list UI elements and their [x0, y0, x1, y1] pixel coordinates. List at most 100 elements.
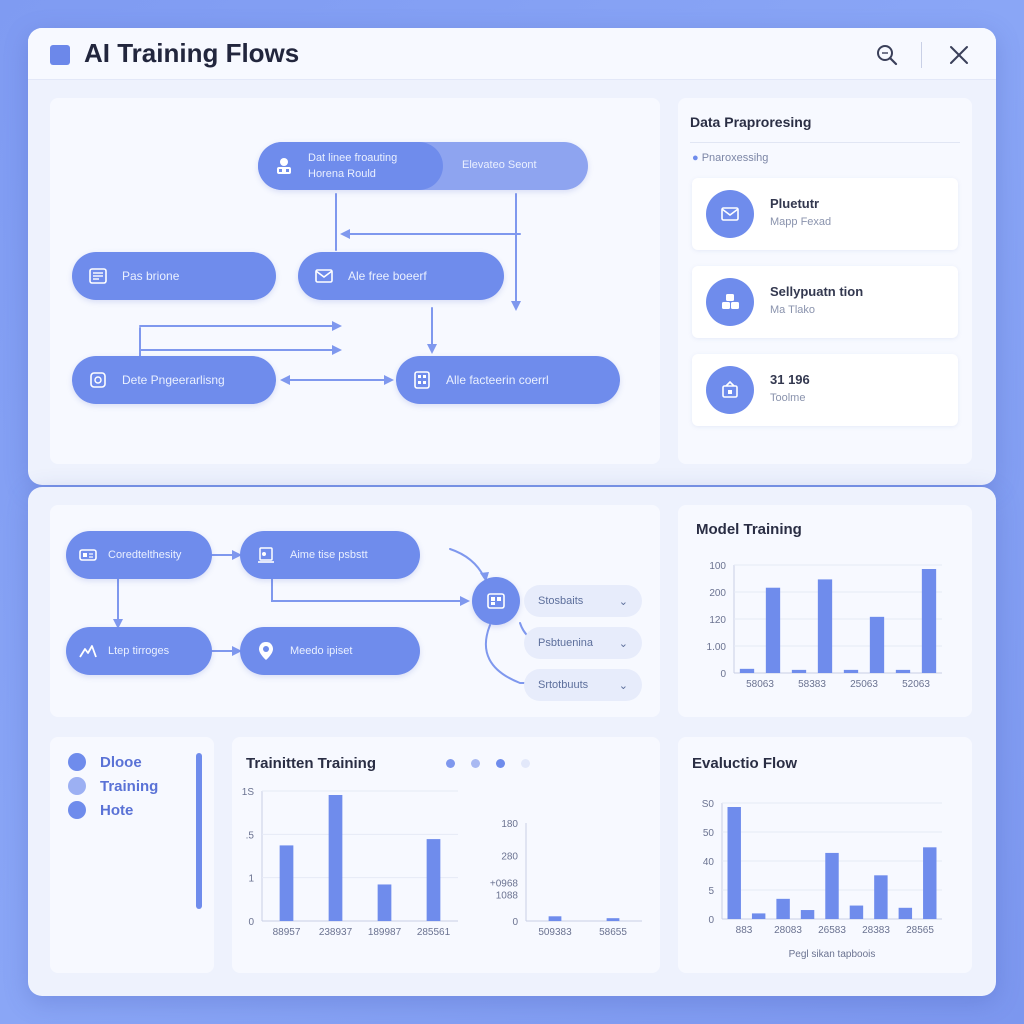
divider [690, 142, 960, 143]
legend-panel: Dlooe Training Hote [50, 737, 214, 973]
bar [800, 910, 815, 919]
titlebar-divider [921, 42, 922, 68]
x-tick-label: 28383 [862, 925, 890, 936]
y-tick-label: 50 [703, 828, 715, 839]
flow-node-ale-free[interactable]: Ale free boeerf [298, 252, 504, 300]
bar [279, 845, 294, 921]
chip-icon [78, 545, 98, 565]
close-icon[interactable] [946, 42, 972, 68]
bar [548, 916, 562, 921]
y-tick-label: 1088 [496, 890, 519, 901]
x-tick-label: 58063 [746, 679, 774, 690]
side-card-31196[interactable]: 31 196 Toolme [692, 354, 958, 426]
x-tick-label: 238937 [319, 927, 353, 938]
side-panel-subtitle: ● Pnaroxessihg [692, 152, 769, 164]
y-tick-label: 0 [248, 917, 254, 928]
y-tick-label: 40 [703, 857, 715, 868]
x-tick-label: 88957 [273, 927, 301, 938]
flow-node-aime-tise[interactable]: Aime tise psbstt [240, 531, 420, 579]
page-dot[interactable] [496, 759, 505, 768]
chevron-down-icon: ⌄ [618, 595, 628, 608]
dropdown-label: Stosbaits [538, 595, 584, 607]
chart-title: Trainitten Training [246, 755, 377, 772]
flow-panel-top: Dat linee froauting Horena Rould Elevate… [50, 98, 660, 464]
flask-icon [256, 545, 276, 565]
bar [791, 669, 807, 673]
bar [895, 669, 911, 673]
x-tick-label: 509383 [538, 927, 572, 938]
flow-node-alle-facteerin[interactable]: Alle facteerin coerrl [396, 356, 620, 404]
mail-icon [706, 190, 754, 238]
top-window: AI Training Flows Dat linee froauting Ho… [28, 28, 996, 485]
flow-node-pas-brione[interactable]: Pas brione [72, 252, 276, 300]
flow-panel-bottom: Coredtelthesity Aime tise psbstt Ltep ti… [50, 505, 660, 717]
y-tick-label: .5 [246, 830, 255, 841]
legend-label: Training [100, 777, 159, 795]
bar [825, 852, 839, 919]
x-tick-label: 26583 [818, 925, 846, 936]
flow-node-label: Dat linee froauting Horena Rould [308, 152, 398, 180]
x-tick-label: 52063 [902, 679, 930, 690]
cubes-icon [706, 278, 754, 326]
card-title: Pluetutr [770, 196, 820, 211]
legend-dot [68, 753, 86, 771]
app-icon [50, 45, 70, 65]
dropdown-stosbaits[interactable]: Stosbaits ⌄ [524, 585, 642, 617]
secondary-chart: 180 280 +09681088 0 509383 58655 [490, 819, 642, 938]
chevron-down-icon: ⌄ [618, 637, 628, 650]
dropdown-label: Srtotbuuts [538, 679, 589, 691]
x-tick-label: 58383 [798, 679, 826, 690]
flow-node-preprocess-routing[interactable]: Dat linee froauting Horena Rould Elevate… [258, 142, 588, 190]
bar [898, 907, 913, 919]
bar [869, 616, 885, 673]
page-dot[interactable] [471, 759, 480, 768]
page-dot[interactable] [446, 759, 455, 768]
legend-scrollbar[interactable] [196, 753, 202, 909]
document-icon [88, 266, 108, 286]
bottom-window: Coredtelthesity Aime tise psbstt Ltep ti… [28, 487, 996, 996]
y-tick-label: 100 [709, 561, 726, 572]
app-title: AI Training Flows [84, 38, 300, 68]
bar [817, 579, 833, 673]
x-tick-label: 25063 [850, 679, 878, 690]
x-tick-label: 285561 [417, 927, 451, 938]
flow-node-coredtelthesity[interactable]: Coredtelthesity [66, 531, 212, 579]
legend-item[interactable]: Dlooe [68, 753, 142, 771]
y-tick-label: 280 [501, 852, 518, 863]
flow-node-label: Aime tise psbstt [290, 549, 368, 561]
chevron-down-icon: ⌄ [618, 679, 628, 692]
x-axis-label: Pegl sikan tapboois [789, 949, 876, 960]
pagination-dots[interactable] [446, 759, 530, 768]
bar [606, 918, 620, 921]
y-tick-label: 1S [242, 787, 255, 798]
evaluation-flow-chart: S0504050883 28083 26583 28383 28565Pegl sika… [702, 799, 942, 960]
flow-node-ltep-tirroges[interactable]: Ltep tirroges [66, 627, 212, 675]
model-training-chart: 100 200 120 1.00 0 58063 58383 25063 52063 [707, 561, 942, 690]
dropdown-srtotbuuts[interactable]: Srtotbuuts ⌄ [524, 669, 642, 701]
x-tick-label: 58655 [599, 927, 627, 938]
y-tick-label: 5 [708, 886, 714, 897]
bar [727, 807, 741, 919]
cube-icon [88, 370, 108, 390]
flow-node-data-preprocessing[interactable]: Dete Pngeerarlisng [72, 356, 276, 404]
legend-item[interactable]: Training [68, 777, 158, 795]
dropdown-psbtuenina[interactable]: Psbtuenina ⌄ [524, 627, 642, 659]
flow-node-label: Alle facteerin coerrl [446, 373, 549, 387]
card-title: 31 196 [770, 372, 810, 387]
hub-node[interactable] [472, 577, 520, 625]
side-card-pluetutr[interactable]: Pluetutr Mapp Fexad [692, 178, 958, 250]
title-bar: AI Training Flows [28, 28, 996, 80]
y-tick-label: S0 [702, 799, 715, 810]
page-dot[interactable] [521, 759, 530, 768]
flow-node-label: Ale free boeerf [348, 269, 427, 283]
search-icon[interactable] [874, 42, 900, 68]
flow-node-meedo-ipiset[interactable]: Meedo ipiset [240, 627, 420, 675]
box-icon [706, 366, 754, 414]
x-tick-label: 883 [736, 925, 753, 936]
legend-item[interactable]: Hote [68, 801, 133, 819]
bar [849, 905, 864, 919]
y-tick-label: 180 [501, 819, 518, 830]
side-card-sellypuatn[interactable]: Sellypuatn tion Ma Tlako [692, 266, 958, 338]
y-tick-label: +0968 [490, 878, 519, 889]
bar [776, 898, 790, 919]
